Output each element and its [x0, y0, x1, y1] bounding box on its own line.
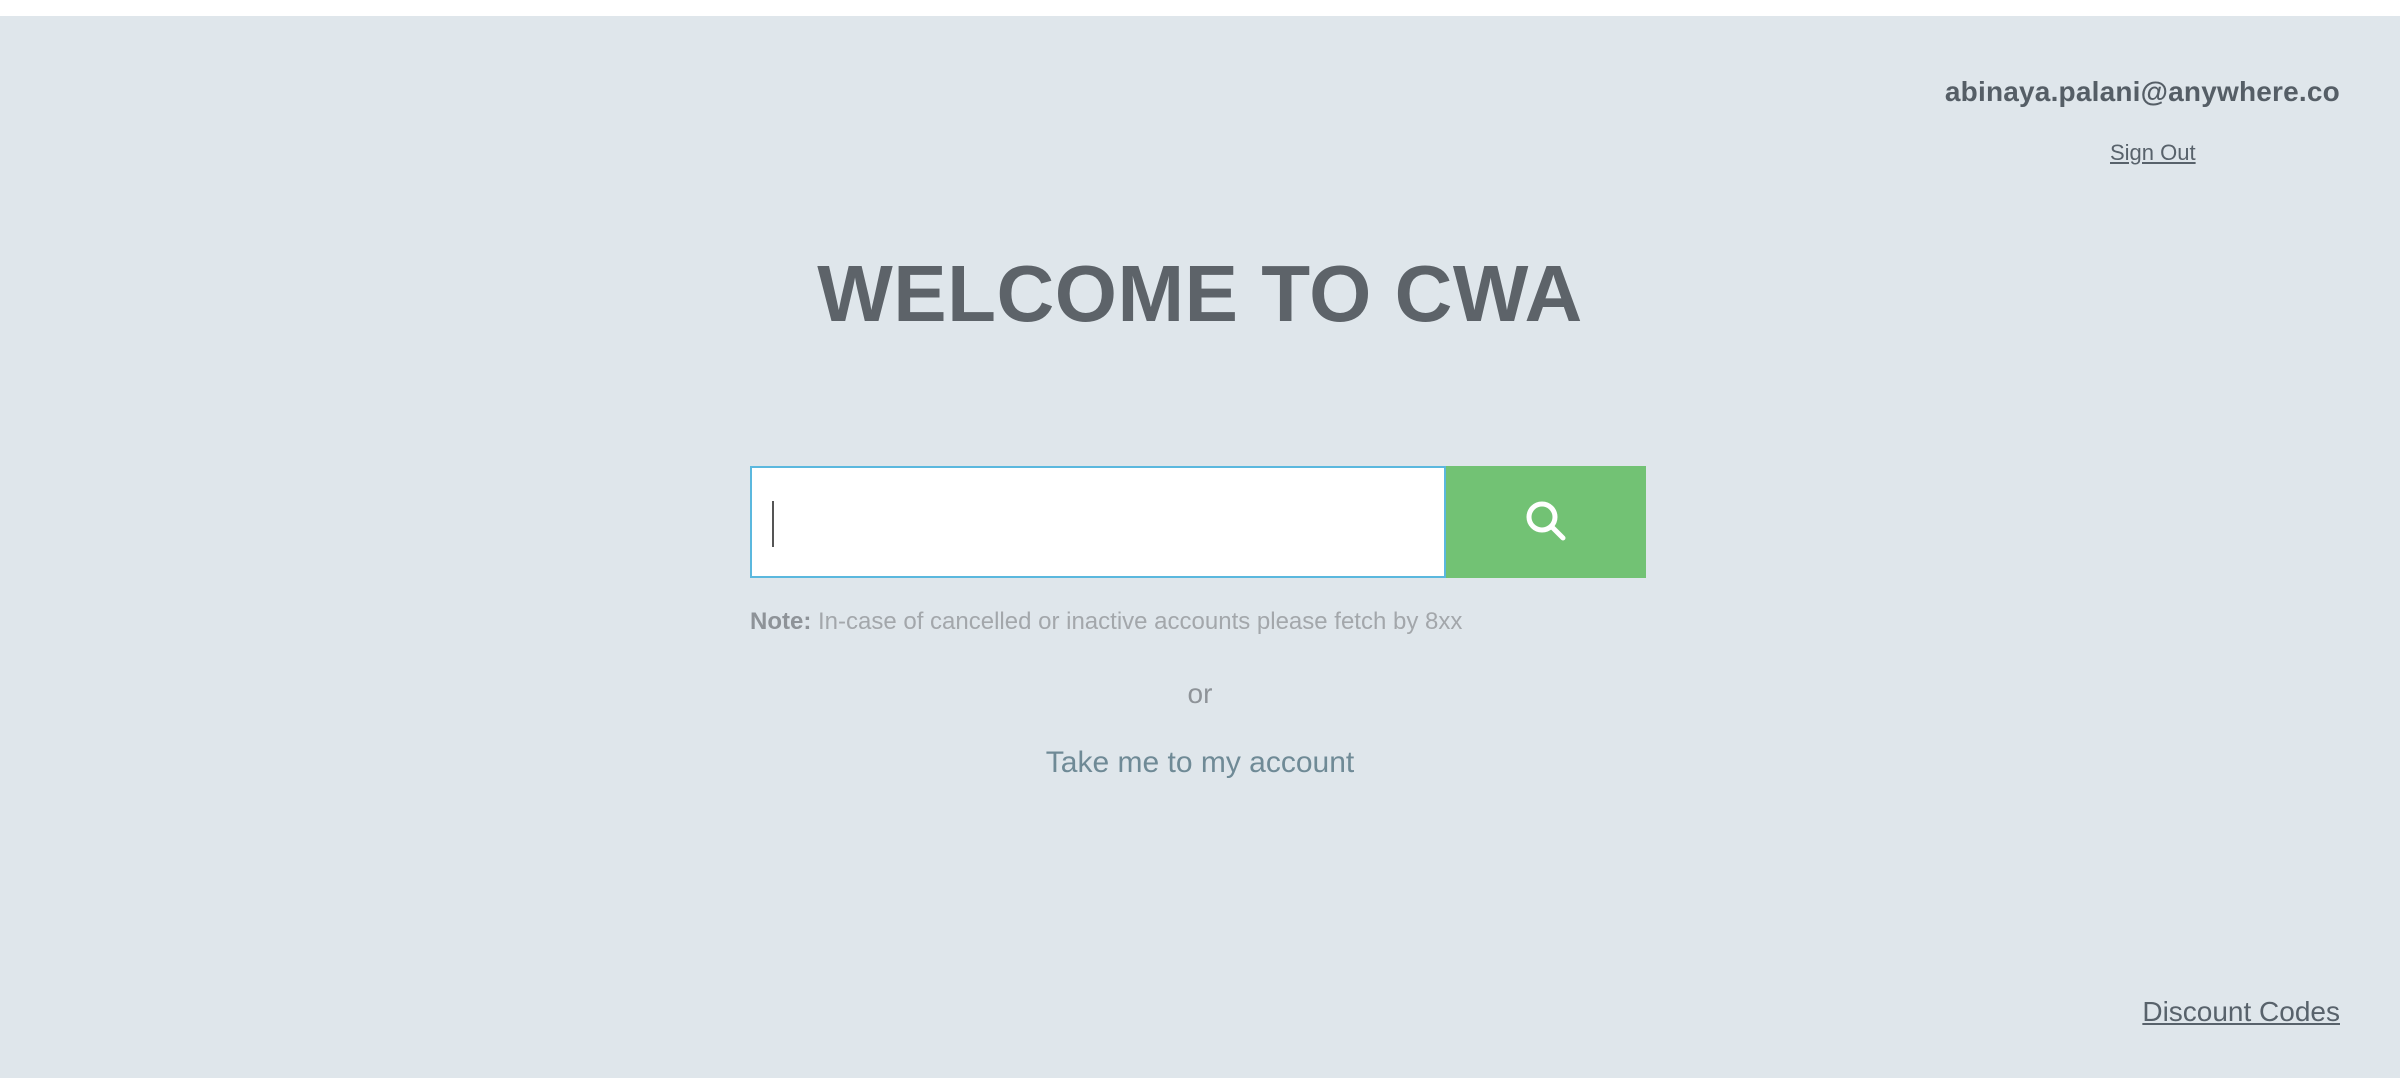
or-separator: or [1187, 678, 1213, 709]
page-background: abinaya.palani@anywhere.co Sign Out WELC… [0, 16, 2400, 1078]
search-bar [750, 466, 1646, 578]
page-title: WELCOME TO CWA [817, 249, 1583, 338]
search-icon [1524, 499, 1568, 546]
sign-out-link[interactable]: Sign Out [2110, 140, 2196, 166]
user-email: abinaya.palani@anywhere.co [1944, 76, 2340, 107]
note-label: Note: [750, 608, 812, 635]
search-note: Note: In-case of cancelled or inactive a… [750, 608, 1462, 636]
search-button[interactable] [1446, 466, 1646, 578]
search-input[interactable] [752, 468, 1444, 576]
note-text: In-case of cancelled or inactive account… [811, 608, 1463, 635]
text-cursor [772, 501, 774, 547]
discount-codes-link[interactable]: Discount Codes [2142, 996, 2340, 1028]
take-me-to-my-account-link[interactable]: Take me to my account [0, 746, 2400, 780]
search-input-container[interactable] [750, 466, 1446, 578]
